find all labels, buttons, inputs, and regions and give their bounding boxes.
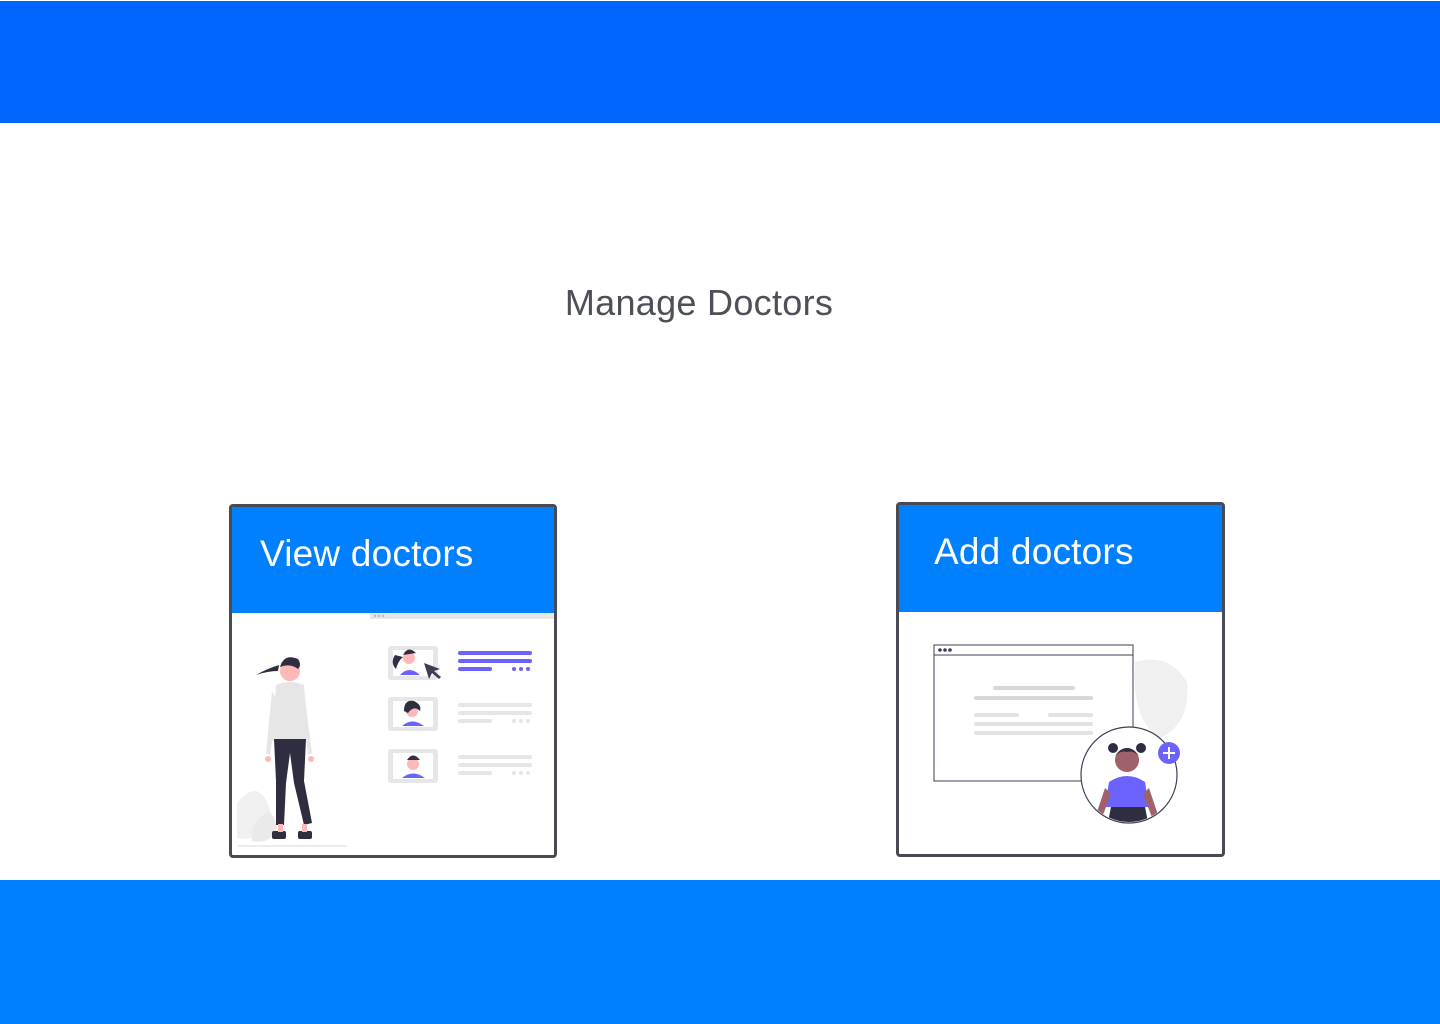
view-doctors-label: View doctors (232, 507, 554, 613)
page-title: Manage Doctors (564, 282, 834, 323)
top-banner (0, 1, 1440, 123)
add-doctors-label: Add doctors (899, 505, 1222, 612)
view-doctors-card[interactable]: View doctors (229, 504, 557, 858)
add-doctor-illustration (933, 644, 1188, 824)
add-doctors-card[interactable]: Add doctors (896, 502, 1225, 857)
bottom-banner (0, 880, 1440, 1024)
doctor-list-illustration (237, 613, 554, 847)
